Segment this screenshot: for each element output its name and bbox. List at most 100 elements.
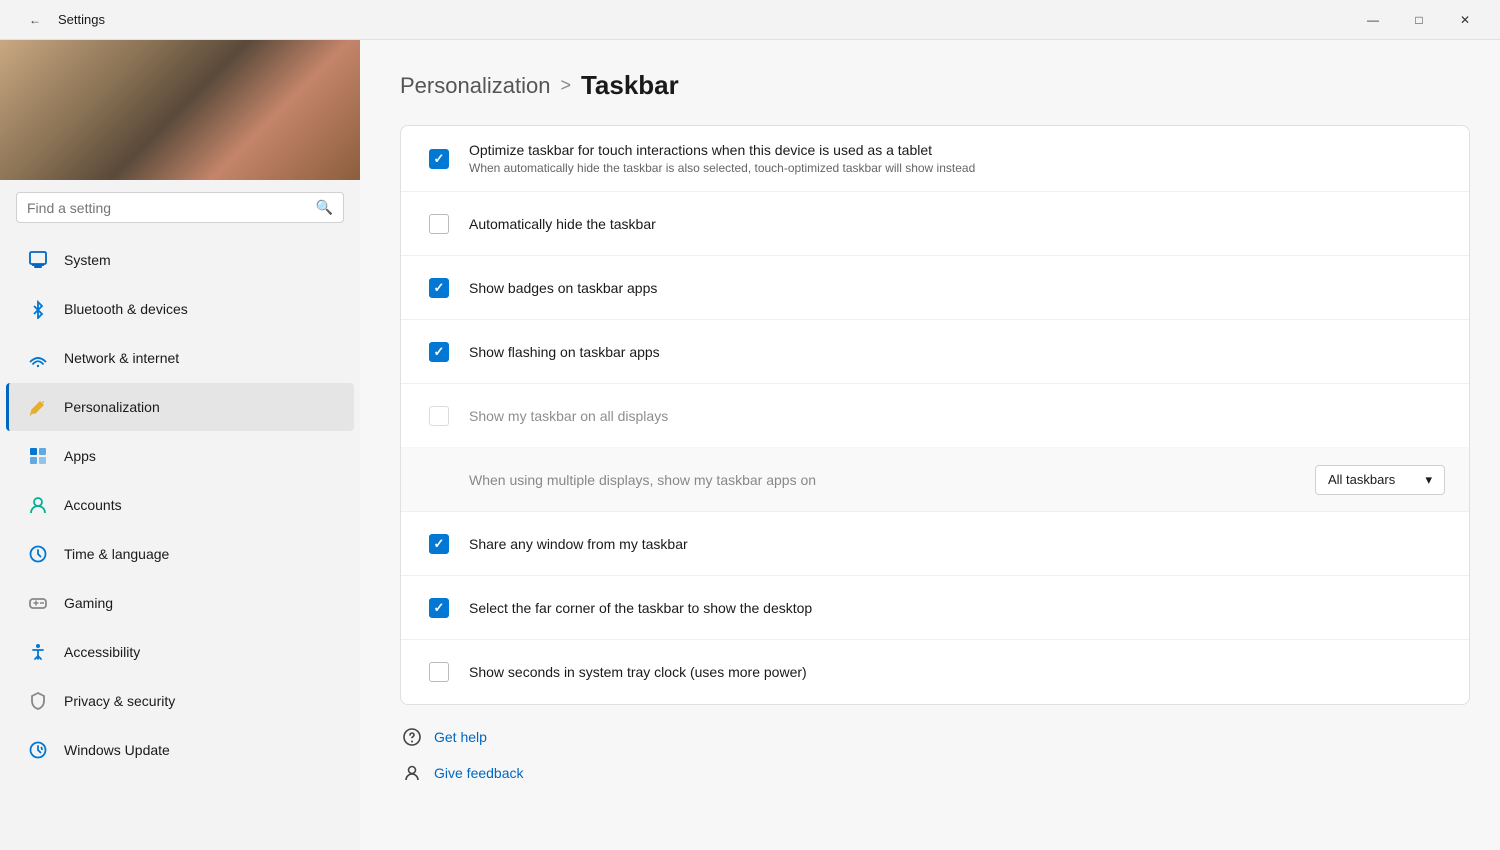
sidebar-item-network[interactable]: Network & internet <box>6 334 354 382</box>
search-input[interactable] <box>27 200 308 216</box>
setting-row-share-window: Share any window from my taskbar <box>401 512 1469 576</box>
checkbox-area-far-corner <box>425 598 453 618</box>
sidebar-item-label-gaming: Gaming <box>64 595 113 611</box>
setting-text-touch-optimize: Optimize taskbar for touch interactions … <box>469 142 1445 175</box>
sidebar-item-accessibility[interactable]: Accessibility <box>6 628 354 676</box>
sidebar-item-gaming[interactable]: Gaming <box>6 579 354 627</box>
setting-row-show-flashing: Show flashing on taskbar apps <box>401 320 1469 384</box>
titlebar-title: Settings <box>58 12 105 27</box>
setting-label-show-seconds: Show seconds in system tray clock (uses … <box>469 664 1445 680</box>
minimize-button[interactable]: — <box>1350 4 1396 36</box>
setting-label-auto-hide: Automatically hide the taskbar <box>469 216 1445 232</box>
checkbox-area-show-seconds <box>425 662 453 682</box>
close-button[interactable]: ✕ <box>1442 4 1488 36</box>
system-icon <box>26 248 50 272</box>
network-icon <box>26 346 50 370</box>
accessibility-icon <box>26 640 50 664</box>
accounts-icon <box>26 493 50 517</box>
sidebar-item-accounts[interactable]: Accounts <box>6 481 354 529</box>
sidebar-item-label-time: Time & language <box>64 546 169 562</box>
setting-text-show-seconds: Show seconds in system tray clock (uses … <box>469 664 1445 680</box>
setting-row-far-corner: Select the far corner of the taskbar to … <box>401 576 1469 640</box>
chevron-down-icon: ▾ <box>1425 472 1432 488</box>
sidebar-item-bluetooth[interactable]: Bluetooth & devices <box>6 285 354 333</box>
sidebar-item-label-update: Windows Update <box>64 742 170 758</box>
setting-text-all-displays: Show my taskbar on all displays <box>469 408 1445 424</box>
search-icon: 🔍 <box>316 199 333 216</box>
breadcrumb-current: Taskbar <box>581 70 679 101</box>
update-icon <box>26 738 50 762</box>
setting-row-auto-hide: Automatically hide the taskbar <box>401 192 1469 256</box>
checkbox-show-seconds[interactable] <box>429 662 449 682</box>
footer-link-give-feedback[interactable]: Give feedback <box>400 761 1470 785</box>
user-avatar <box>0 40 360 180</box>
privacy-icon <box>26 689 50 713</box>
setting-label-touch-optimize: Optimize taskbar for touch interactions … <box>469 142 1445 158</box>
breadcrumb: Personalization > Taskbar <box>400 70 1470 101</box>
checkbox-area-touch-optimize <box>425 149 453 169</box>
back-icon: ← <box>29 13 41 27</box>
sidebar-item-privacy[interactable]: Privacy & security <box>6 677 354 725</box>
setting-row-multiple-displays: When using multiple displays, show my ta… <box>401 448 1469 512</box>
setting-text-share-window: Share any window from my taskbar <box>469 536 1445 552</box>
checkbox-show-badges[interactable] <box>429 278 449 298</box>
nav-list: System Bluetooth & devices Network & inter… <box>0 235 360 775</box>
footer-link-get-help[interactable]: Get help <box>400 725 1470 749</box>
apps-icon <box>26 444 50 468</box>
setting-text-show-flashing: Show flashing on taskbar apps <box>469 344 1445 360</box>
search-box[interactable]: 🔍 <box>16 192 344 223</box>
back-button[interactable]: ← <box>12 4 58 36</box>
maximize-button[interactable]: □ <box>1396 4 1442 36</box>
time-icon <box>26 542 50 566</box>
sidebar-item-label-privacy: Privacy & security <box>64 693 175 709</box>
sidebar-item-label-accessibility: Accessibility <box>64 644 140 660</box>
checkbox-far-corner[interactable] <box>429 598 449 618</box>
sidebar-item-personalization[interactable]: Personalization <box>6 383 354 431</box>
setting-text-multiple-displays: When using multiple displays, show my ta… <box>469 472 1299 488</box>
sidebar-item-label-network: Network & internet <box>64 350 179 366</box>
sidebar-item-label-apps: Apps <box>64 448 96 464</box>
personalization-icon <box>26 395 50 419</box>
bluetooth-icon <box>26 297 50 321</box>
setting-label-multiple-displays: When using multiple displays, show my ta… <box>469 472 1299 488</box>
sidebar-item-label-personalization: Personalization <box>64 399 160 415</box>
checkbox-share-window[interactable] <box>429 534 449 554</box>
sidebar-item-update[interactable]: Windows Update <box>6 726 354 774</box>
dropdown-multiple-displays[interactable]: All taskbars ▾ <box>1315 465 1445 495</box>
settings-card: Optimize taskbar for touch interactions … <box>400 125 1470 705</box>
checkbox-auto-hide[interactable] <box>429 214 449 234</box>
checkbox-area-all-displays <box>425 406 453 426</box>
breadcrumb-parent[interactable]: Personalization <box>400 73 550 99</box>
checkbox-all-displays[interactable] <box>429 406 449 426</box>
checkbox-area-auto-hide <box>425 214 453 234</box>
footer-link-label-give-feedback: Give feedback <box>434 765 524 781</box>
setting-label-all-displays: Show my taskbar on all displays <box>469 408 1445 424</box>
checkbox-area-show-badges <box>425 278 453 298</box>
gaming-icon <box>26 591 50 615</box>
sidebar-search-area: 🔍 <box>0 180 360 235</box>
sidebar-item-label-system: System <box>64 252 111 268</box>
setting-label-share-window: Share any window from my taskbar <box>469 536 1445 552</box>
checkbox-touch-optimize[interactable] <box>429 149 449 169</box>
setting-label-show-badges: Show badges on taskbar apps <box>469 280 1445 296</box>
main-content: Personalization > Taskbar Optimize taskb… <box>360 40 1500 850</box>
sidebar-item-label-accounts: Accounts <box>64 497 122 513</box>
checkbox-show-flashing[interactable] <box>429 342 449 362</box>
setting-row-show-badges: Show badges on taskbar apps <box>401 256 1469 320</box>
checkbox-area-show-flashing <box>425 342 453 362</box>
dropdown-value: All taskbars <box>1328 472 1395 487</box>
get-help-icon <box>400 725 424 749</box>
titlebar: ← Settings — □ ✕ <box>0 0 1500 40</box>
checkbox-area-share-window <box>425 534 453 554</box>
breadcrumb-separator: > <box>560 75 571 96</box>
setting-row-show-seconds: Show seconds in system tray clock (uses … <box>401 640 1469 704</box>
setting-text-show-badges: Show badges on taskbar apps <box>469 280 1445 296</box>
sidebar-item-system[interactable]: System <box>6 236 354 284</box>
window-controls: — □ ✕ <box>1350 4 1488 36</box>
setting-label-far-corner: Select the far corner of the taskbar to … <box>469 600 1445 616</box>
setting-label-show-flashing: Show flashing on taskbar apps <box>469 344 1445 360</box>
sidebar-item-apps[interactable]: Apps <box>6 432 354 480</box>
sidebar-item-time[interactable]: Time & language <box>6 530 354 578</box>
app-body: 🔍 System Bluetooth & devices Network & int… <box>0 40 1500 850</box>
setting-sublabel-touch-optimize: When automatically hide the taskbar is a… <box>469 161 1445 175</box>
